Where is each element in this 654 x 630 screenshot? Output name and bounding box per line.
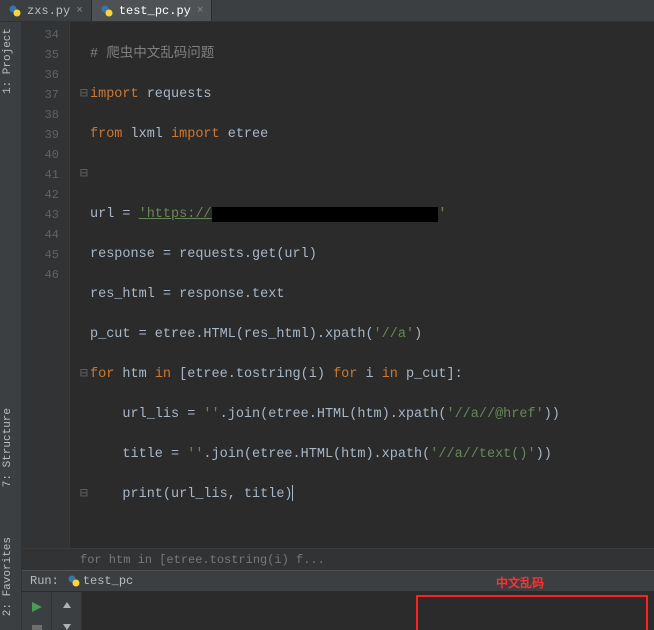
tab-label: zxs.py xyxy=(27,4,70,18)
editor-tabs-bar: zxs.py × test_pc.py × xyxy=(0,0,654,22)
close-icon[interactable]: × xyxy=(197,5,204,17)
editor-area[interactable]: 343536 373839 404142 434445 46 # 爬虫中文乱码问… xyxy=(22,22,654,548)
annotation-box xyxy=(416,595,648,630)
line-gutter: 343536 373839 404142 434445 46 xyxy=(22,22,70,548)
run-label: Run: xyxy=(22,574,67,588)
project-tab[interactable]: 1: Project xyxy=(0,22,16,100)
tab-zxs[interactable]: zxs.py × xyxy=(0,0,92,21)
python-file-icon xyxy=(67,574,81,588)
close-icon[interactable]: × xyxy=(76,5,83,17)
annotation-label: 中文乱码 xyxy=(496,574,544,591)
stop-icon[interactable] xyxy=(28,624,46,630)
run-config-name: test_pc xyxy=(81,574,141,588)
down-arrow-icon[interactable] xyxy=(58,620,76,630)
tab-test-pc[interactable]: test_pc.py × xyxy=(92,0,213,21)
breadcrumb[interactable]: for htm in [etree.tostring(i) f... xyxy=(22,548,654,570)
rerun-icon[interactable] xyxy=(28,600,46,614)
python-file-icon xyxy=(100,4,114,18)
run-header: Run: test_pc 中文乱码 xyxy=(22,570,654,592)
left-tool-window-bar: 1: Project 7: Structure 2: Favorites xyxy=(0,22,22,630)
run-toolbar-primary xyxy=(22,592,52,630)
python-file-icon xyxy=(8,4,22,18)
run-toolbar-secondary xyxy=(52,592,82,630)
run-output: /html/gndy/jddy/20220523/62636.html 2022… xyxy=(22,592,654,630)
up-arrow-icon[interactable] xyxy=(58,600,76,612)
console-text[interactable]: /html/gndy/jddy/20220523/62636.html 2022… xyxy=(82,592,654,630)
favorites-tab[interactable]: 2: Favorites xyxy=(0,531,16,622)
tab-label: test_pc.py xyxy=(119,4,191,18)
structure-tab[interactable]: 7: Structure xyxy=(0,402,16,493)
code-view[interactable]: # 爬虫中文乱码问题 ⊟import requests from lxml im… xyxy=(70,22,654,548)
